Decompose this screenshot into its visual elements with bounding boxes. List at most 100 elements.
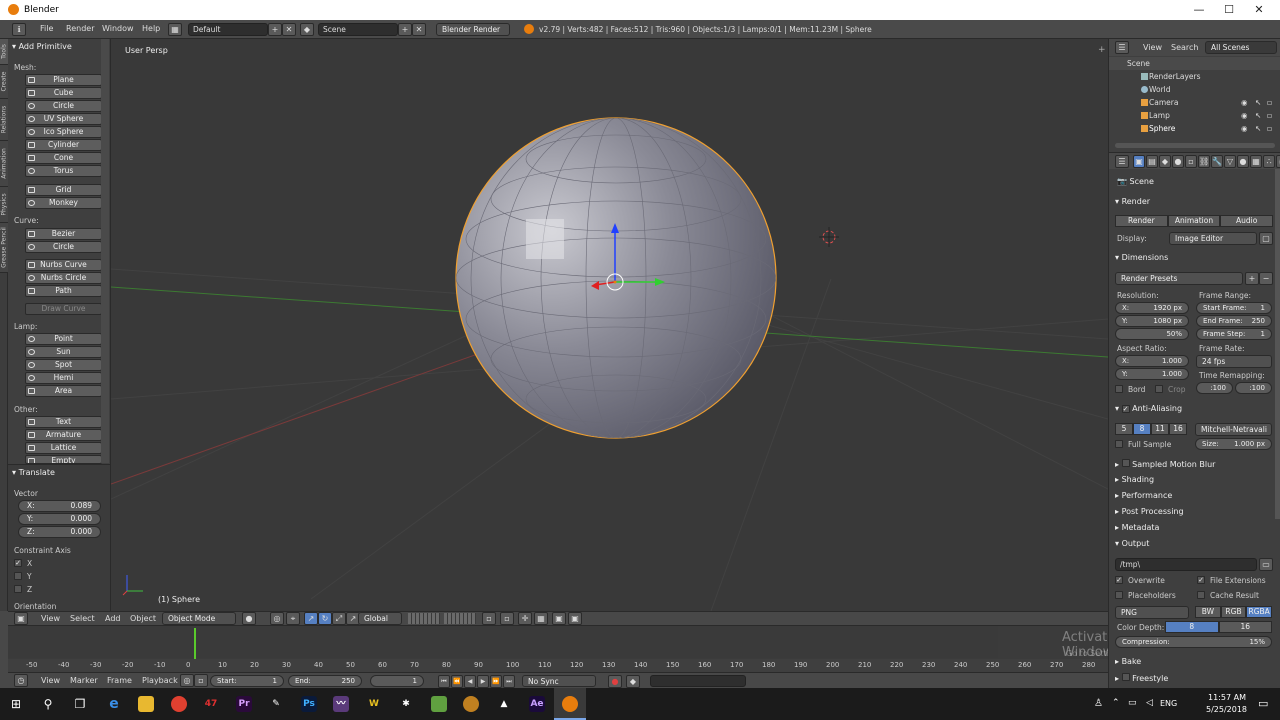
- add-text-button[interactable]: Text: [25, 416, 102, 428]
- app-47-icon[interactable]: 47: [195, 688, 227, 720]
- add-lattice-button[interactable]: Lattice: [25, 442, 102, 454]
- tool-shelf-scrollbar[interactable]: [101, 39, 109, 463]
- compression-field[interactable]: Compression: 15%: [1115, 636, 1272, 648]
- placeholders-checkbox[interactable]: [1115, 591, 1123, 599]
- clock-date[interactable]: 5/25/2018: [1206, 705, 1247, 714]
- add-cylinder-button[interactable]: Cylinder: [25, 139, 102, 151]
- add-nurbs-curve-button[interactable]: Nurbs Curve: [25, 259, 102, 271]
- aspect-y-field[interactable]: Y: 1.000: [1115, 368, 1189, 380]
- anti-aliasing-section-header[interactable]: ▾ ✓ Anti-Aliasing: [1115, 404, 1182, 413]
- layers-group-1[interactable]: [408, 613, 440, 624]
- dimensions-section-header[interactable]: ▾ Dimensions: [1115, 253, 1168, 262]
- vp-menu-object[interactable]: Object: [130, 613, 156, 625]
- tl-menu-marker[interactable]: Marker: [70, 675, 98, 687]
- rgb-button[interactable]: RGB: [1220, 606, 1247, 618]
- shading-section-header[interactable]: ▸ Shading: [1115, 475, 1154, 484]
- task-view-icon[interactable]: ❐: [64, 688, 96, 720]
- editor-type-icon[interactable]: ℹ: [12, 23, 26, 36]
- constraint-x-checkbox[interactable]: ✓: [14, 559, 22, 567]
- constraints-tab-icon[interactable]: ⛓: [1198, 155, 1210, 168]
- bw-button[interactable]: BW: [1195, 606, 1221, 618]
- notifications-icon[interactable]: ▭: [1258, 697, 1268, 710]
- display-select[interactable]: Image Editor: [1169, 232, 1257, 245]
- rotate-manipulator-icon[interactable]: ↻: [318, 612, 332, 625]
- tray-up-icon[interactable]: ⌃: [1112, 698, 1120, 708]
- remove-layout-icon[interactable]: ✕: [282, 23, 296, 36]
- data-tab-icon[interactable]: ▽: [1224, 155, 1236, 168]
- frame-rate-select[interactable]: 24 fps: [1196, 355, 1272, 368]
- maximize-button[interactable]: ☐: [1214, 2, 1244, 18]
- add-nurbs-circle-button[interactable]: Nurbs Circle: [25, 272, 102, 284]
- add-circle-button[interactable]: Circle: [25, 100, 102, 112]
- tab-physics[interactable]: Physics: [0, 187, 8, 223]
- add-torus-button[interactable]: Torus: [25, 165, 102, 177]
- app-wave-icon[interactable]: 〰: [325, 688, 357, 720]
- photoshop-icon[interactable]: Ps: [293, 688, 325, 720]
- aa-size-field[interactable]: Size: 1.000 px: [1195, 438, 1272, 450]
- keying-set-field[interactable]: [650, 675, 746, 687]
- motion-blur-checkbox[interactable]: [1121, 459, 1130, 467]
- menu-window[interactable]: Window: [102, 23, 134, 35]
- add-hemi-lamp-button[interactable]: Hemi: [25, 372, 102, 384]
- sphere-visibility-eye-icon[interactable]: ◉: [1241, 122, 1248, 135]
- overwrite-checkbox[interactable]: ✓: [1115, 576, 1123, 584]
- app-orb-icon[interactable]: [455, 688, 487, 720]
- start-button[interactable]: ⊞: [0, 688, 32, 720]
- manipulator-toggle-icon[interactable]: ⌖: [286, 612, 300, 625]
- lock-layers-icon[interactable]: ▫: [482, 612, 496, 625]
- outliner-menu-search[interactable]: Search: [1171, 42, 1198, 54]
- freestyle-checkbox[interactable]: [1121, 673, 1130, 681]
- resolution-y-field[interactable]: Y: 1080 px: [1115, 315, 1189, 327]
- shading-icon[interactable]: ●: [242, 612, 256, 625]
- people-icon[interactable]: ♙: [1094, 698, 1103, 709]
- bake-section-header[interactable]: ▸ Bake: [1115, 657, 1141, 666]
- constraint-z-checkbox[interactable]: [14, 585, 22, 593]
- aspect-x-field[interactable]: X: 1.000: [1115, 355, 1189, 367]
- physics-tab-icon[interactable]: ◌: [1276, 155, 1280, 168]
- after-effects-icon[interactable]: Ae: [521, 688, 553, 720]
- scene-field[interactable]: Scene: [318, 23, 398, 36]
- jump-start-icon[interactable]: ⏮: [438, 675, 450, 688]
- scene-tab-icon[interactable]: ◆: [1159, 155, 1171, 168]
- pen-app-icon[interactable]: ✎: [260, 688, 292, 720]
- chrome-icon[interactable]: [163, 688, 195, 720]
- add-uv-sphere-button[interactable]: UV Sphere: [25, 113, 102, 125]
- properties-scrollbar[interactable]: [1275, 169, 1280, 519]
- aa-8-button[interactable]: 8: [1133, 423, 1151, 435]
- render-preview-icon[interactable]: ▣: [552, 612, 566, 625]
- full-sample-checkbox[interactable]: [1115, 440, 1123, 448]
- crop-checkbox[interactable]: [1155, 385, 1163, 393]
- play-reverse-icon[interactable]: ◀: [464, 675, 476, 688]
- end-frame-prop-field[interactable]: End Frame: 250: [1196, 315, 1272, 327]
- file-format-select[interactable]: PNG: [1115, 606, 1189, 619]
- lamp-select-arrow-icon[interactable]: ↖: [1255, 109, 1261, 122]
- network-icon[interactable]: ▭: [1128, 698, 1137, 708]
- add-spot-lamp-button[interactable]: Spot: [25, 359, 102, 371]
- tl-menu-playback[interactable]: Playback: [142, 675, 178, 687]
- add-point-lamp-button[interactable]: Point: [25, 333, 102, 345]
- timeline-editor-type-icon[interactable]: ◷: [14, 674, 28, 687]
- outliner-row-scene[interactable]: Scene: [1109, 57, 1280, 70]
- prev-keyframe-icon[interactable]: ⏪: [451, 675, 463, 688]
- add-path-button[interactable]: Path: [25, 285, 102, 297]
- aa-16-button[interactable]: 16: [1169, 423, 1187, 435]
- menu-help[interactable]: Help: [142, 23, 160, 35]
- mode-select[interactable]: Object Mode: [162, 612, 236, 625]
- add-bezier-circle-button[interactable]: Circle: [25, 241, 102, 253]
- current-frame-field[interactable]: 1: [370, 675, 424, 687]
- record-icon[interactable]: ●: [608, 675, 622, 688]
- freestyle-section-header[interactable]: ▸ Freestyle: [1115, 673, 1168, 683]
- depth-16-button[interactable]: 16: [1218, 621, 1272, 633]
- add-bezier-button[interactable]: Bezier: [25, 228, 102, 240]
- camera-render-icon[interactable]: ▫: [1267, 96, 1272, 109]
- keying-set-icon[interactable]: ◎: [180, 674, 194, 687]
- edge-browser-icon[interactable]: e: [98, 688, 130, 720]
- lamp-render-icon[interactable]: ▫: [1267, 109, 1272, 122]
- output-section-header[interactable]: ▾ Output: [1115, 539, 1149, 548]
- play-icon[interactable]: ▶: [477, 675, 489, 688]
- outliner-row-world[interactable]: World: [1109, 83, 1280, 96]
- start-frame-field[interactable]: Start: 1: [210, 675, 284, 687]
- cache-result-checkbox[interactable]: [1197, 591, 1205, 599]
- motion-blur-section-header[interactable]: ▸ Sampled Motion Blur: [1115, 459, 1215, 469]
- aa-5-button[interactable]: 5: [1115, 423, 1133, 435]
